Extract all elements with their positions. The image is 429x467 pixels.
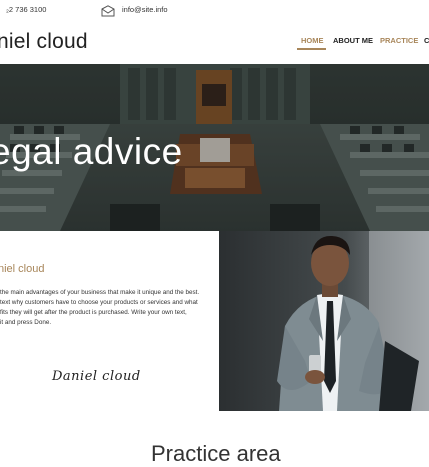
top-contact-bar: ₂2 736 3100 info@site.info bbox=[0, 0, 429, 21]
about-line: the main advantages of your business tha… bbox=[0, 289, 200, 296]
signature: Daniel cloud bbox=[52, 369, 141, 384]
nav-practice[interactable]: PRACTICE bbox=[380, 36, 418, 45]
about-title: niel cloud bbox=[0, 263, 45, 275]
nav-about-me[interactable]: ABOUT ME bbox=[333, 36, 373, 45]
main-nav: HOME ABOUT ME PRACTICE C bbox=[0, 36, 429, 50]
about-section: niel cloud the main advantages of your b… bbox=[0, 231, 219, 411]
nav-active-indicator bbox=[297, 48, 326, 50]
envelope-icon bbox=[101, 4, 115, 17]
nav-contacts[interactable]: C bbox=[424, 36, 429, 45]
portrait-illustration bbox=[219, 231, 429, 411]
about-paragraph: the main advantages of your business tha… bbox=[0, 288, 216, 328]
about-line: it and press Done. bbox=[0, 319, 52, 326]
hero-banner: egal advice bbox=[0, 64, 429, 231]
about-line: text why customers have to choose your p… bbox=[0, 299, 198, 306]
email-link[interactable]: info@site.info bbox=[122, 5, 168, 14]
nav-home[interactable]: HOME bbox=[301, 36, 324, 45]
practice-area-heading: Practice area bbox=[151, 441, 281, 466]
lawyer-portrait-image bbox=[219, 231, 429, 411]
site-header: niel cloud HOME ABOUT ME PRACTICE C bbox=[0, 21, 429, 64]
about-line: fits they will get after the product is … bbox=[0, 309, 187, 316]
phone-number[interactable]: ₂2 736 3100 bbox=[6, 5, 46, 14]
hero-title: egal advice bbox=[0, 131, 183, 172]
